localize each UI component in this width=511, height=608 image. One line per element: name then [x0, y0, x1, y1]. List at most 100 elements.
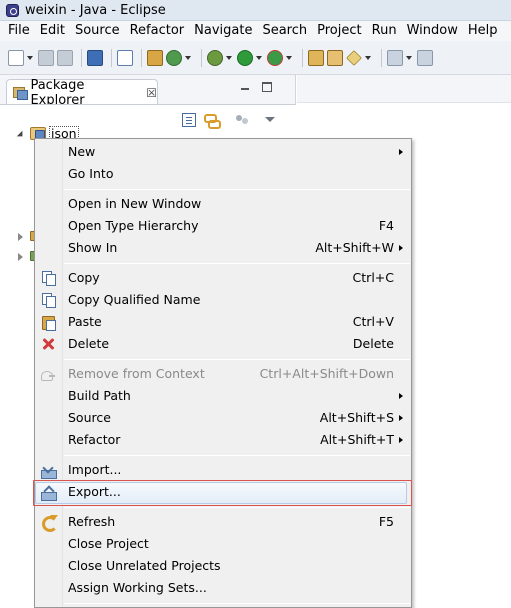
menu-item-copy[interactable]: Copy Ctrl+C	[36, 267, 408, 289]
debug-icon[interactable]	[207, 49, 223, 66]
debug-dropdown[interactable]	[226, 50, 233, 66]
menu-separator	[64, 603, 410, 604]
menu-help[interactable]: Help	[463, 21, 503, 41]
menu-project[interactable]: Project	[312, 21, 366, 41]
menu-item-label: Close Project	[68, 536, 149, 551]
menu-item-label: Copy	[68, 270, 100, 285]
refresh-icon	[40, 514, 58, 532]
toggle-breakpoint-icon[interactable]	[117, 49, 133, 66]
search-icon[interactable]	[346, 49, 362, 66]
external-tools-icon[interactable]	[267, 49, 283, 66]
menu-item-open-in-new-window[interactable]: Open in New Window	[36, 193, 408, 215]
window-title: weixin - Java - Eclipse	[25, 2, 166, 18]
menu-item-export[interactable]: Export...	[36, 481, 408, 503]
menu-item-label: Source	[68, 410, 111, 425]
run-icon[interactable]	[237, 49, 253, 66]
menu-source[interactable]: Source	[70, 21, 125, 41]
menu-item-new[interactable]: New	[36, 141, 408, 163]
link-with-editor-icon[interactable]	[204, 113, 221, 129]
view-menu-icon[interactable]	[264, 113, 278, 127]
menu-item-label: Copy Qualified Name	[68, 292, 201, 307]
menu-item-label: Assign Working Sets...	[68, 580, 207, 595]
menu-item-import[interactable]: Import...	[36, 459, 408, 481]
new-class-dropdown[interactable]	[185, 50, 192, 66]
menu-refactor[interactable]: Refactor	[125, 21, 190, 41]
save-icon[interactable]	[38, 49, 54, 66]
menu-item-label: Close Unrelated Projects	[68, 558, 221, 573]
new-wizard-icon[interactable]	[8, 49, 24, 66]
menu-window[interactable]: Window	[402, 21, 463, 41]
next-annotation-icon[interactable]	[387, 49, 403, 66]
tab-label: Package Explorer	[30, 77, 85, 108]
menu-item-label: Delete	[68, 336, 110, 351]
menu-item-copy-qualified-name[interactable]: Copy Qualified Name	[36, 289, 408, 311]
menu-item-label: New	[68, 144, 96, 159]
menu-file[interactable]: File	[0, 21, 35, 41]
toolbar-separator	[381, 48, 382, 67]
menu-item-label: Paste	[68, 314, 102, 329]
eclipse-logo-icon	[6, 3, 19, 17]
menu-item-label: Import...	[68, 462, 122, 477]
menu-item-shortcut: Ctrl+Alt+Shift+Down	[259, 366, 394, 381]
copy-icon	[40, 270, 56, 286]
menu-item-open-type-hierarchy[interactable]: Open Type Hierarchy F4	[36, 215, 408, 237]
paste-icon	[40, 314, 56, 331]
print-icon[interactable]	[87, 49, 103, 66]
menu-item-shortcut: F4	[378, 218, 394, 233]
submenu-arrow-icon	[399, 393, 403, 399]
menu-item-refresh[interactable]: Refresh F5	[36, 511, 408, 533]
open-task-icon[interactable]	[327, 49, 343, 66]
submenu-arrow-icon	[399, 437, 403, 443]
tree-collapsed-arrow-icon[interactable]	[18, 253, 23, 261]
submenu-arrow-icon	[399, 149, 403, 155]
next-annotation-dropdown[interactable]	[406, 50, 413, 66]
menu-item-refactor[interactable]: Refactor Alt+Shift+T	[36, 429, 408, 451]
menu-item-paste[interactable]: Paste Ctrl+V	[36, 311, 408, 333]
menu-item-shortcut: Alt+Shift+S	[319, 410, 394, 425]
submenu-arrow-icon	[399, 415, 403, 421]
external-tools-dropdown[interactable]	[286, 50, 293, 66]
tab-package-explorer[interactable]: Package Explorer ☒	[6, 77, 158, 108]
menu-run[interactable]: Run	[367, 21, 402, 41]
menu-item-shortcut: Alt+Shift+W	[315, 240, 394, 255]
minimize-icon[interactable]	[240, 83, 250, 93]
collapse-all-icon[interactable]	[182, 113, 196, 127]
menu-item-go-into[interactable]: Go Into	[36, 163, 408, 185]
search-dropdown[interactable]	[365, 50, 372, 66]
menu-item-label: Remove from Context	[68, 366, 205, 381]
menu-navigate[interactable]: Navigate	[189, 21, 257, 41]
menu-separator	[64, 507, 410, 508]
menu-item-label: Refresh	[68, 514, 116, 529]
menu-item-label: Go Into	[68, 166, 114, 181]
menu-item-source[interactable]: Source Alt+Shift+S	[36, 407, 408, 429]
run-dropdown[interactable]	[256, 50, 263, 66]
menu-item-show-in[interactable]: Show In Alt+Shift+W	[36, 237, 408, 259]
title-bar: weixin - Java - Eclipse	[0, 0, 511, 21]
close-icon[interactable]: ☒	[146, 86, 157, 100]
new-package-icon[interactable]	[147, 49, 163, 66]
tree-collapsed-arrow-icon[interactable]	[18, 233, 23, 241]
menu-item-build-path[interactable]: Build Path	[36, 385, 408, 407]
menu-item-close-unrelated-projects[interactable]: Close Unrelated Projects	[36, 555, 408, 577]
menu-item-close-project[interactable]: Close Project	[36, 533, 408, 555]
menu-bar: File Edit Source Refactor Navigate Searc…	[0, 21, 511, 41]
open-type-icon[interactable]	[308, 49, 324, 66]
back-icon[interactable]	[417, 49, 433, 66]
new-wizard-dropdown[interactable]	[27, 50, 34, 66]
toolbar-separator	[201, 48, 202, 67]
package-explorer-icon	[13, 86, 29, 100]
save-all-icon[interactable]	[57, 49, 73, 66]
menu-search[interactable]: Search	[257, 21, 312, 41]
delete-icon	[40, 336, 56, 352]
menu-item-delete[interactable]: Delete Delete	[36, 333, 408, 355]
menu-item-assign-working-sets[interactable]: Assign Working Sets...	[36, 577, 408, 599]
menu-item-shortcut: Ctrl+V	[352, 314, 394, 329]
menu-separator	[64, 455, 410, 456]
maximize-icon[interactable]	[262, 82, 272, 92]
menu-edit[interactable]: Edit	[35, 21, 70, 41]
new-class-icon[interactable]	[166, 49, 182, 66]
submenu-arrow-icon	[399, 245, 403, 251]
menu-item-label: Build Path	[68, 388, 131, 403]
toolbar-separator	[111, 48, 112, 67]
focus-on-active-task-icon[interactable]	[236, 113, 250, 127]
